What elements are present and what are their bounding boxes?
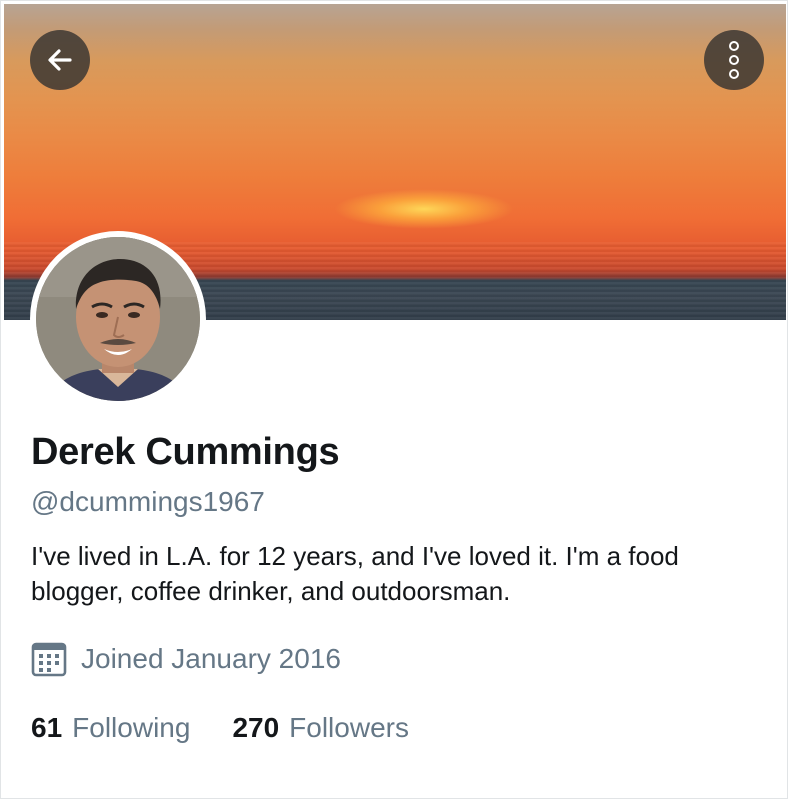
calendar-icon — [31, 642, 67, 677]
following-link[interactable]: 61 Following — [31, 712, 190, 744]
avatar-ring — [30, 231, 206, 407]
followers-count: 270 — [232, 712, 280, 743]
profile-name: Derek Cummings — [31, 431, 340, 473]
arrow-left-icon — [48, 49, 72, 71]
more-options-button[interactable] — [704, 30, 764, 90]
more-vertical-icon — [729, 41, 739, 79]
sun-glow — [334, 189, 514, 229]
profile-card: Derek Cummings @dcummings1967 I've lived… — [0, 0, 788, 799]
follow-stats: 61 Following 270 Followers — [31, 712, 409, 744]
joined-label: Joined January 2016 — [81, 643, 341, 674]
following-count: 61 — [31, 712, 63, 743]
profile-handle: @dcummings1967 — [31, 486, 265, 517]
avatar[interactable] — [36, 237, 200, 401]
profile-bio: I've lived in L.A. for 12 years, and I'v… — [31, 541, 679, 606]
avatar-photo — [36, 237, 200, 401]
followers-label: Followers — [289, 712, 409, 743]
joined-date: Joined January 2016 — [31, 641, 341, 677]
back-button[interactable] — [30, 30, 90, 90]
followers-link[interactable]: 270 Followers — [232, 712, 409, 744]
following-label: Following — [72, 712, 191, 743]
